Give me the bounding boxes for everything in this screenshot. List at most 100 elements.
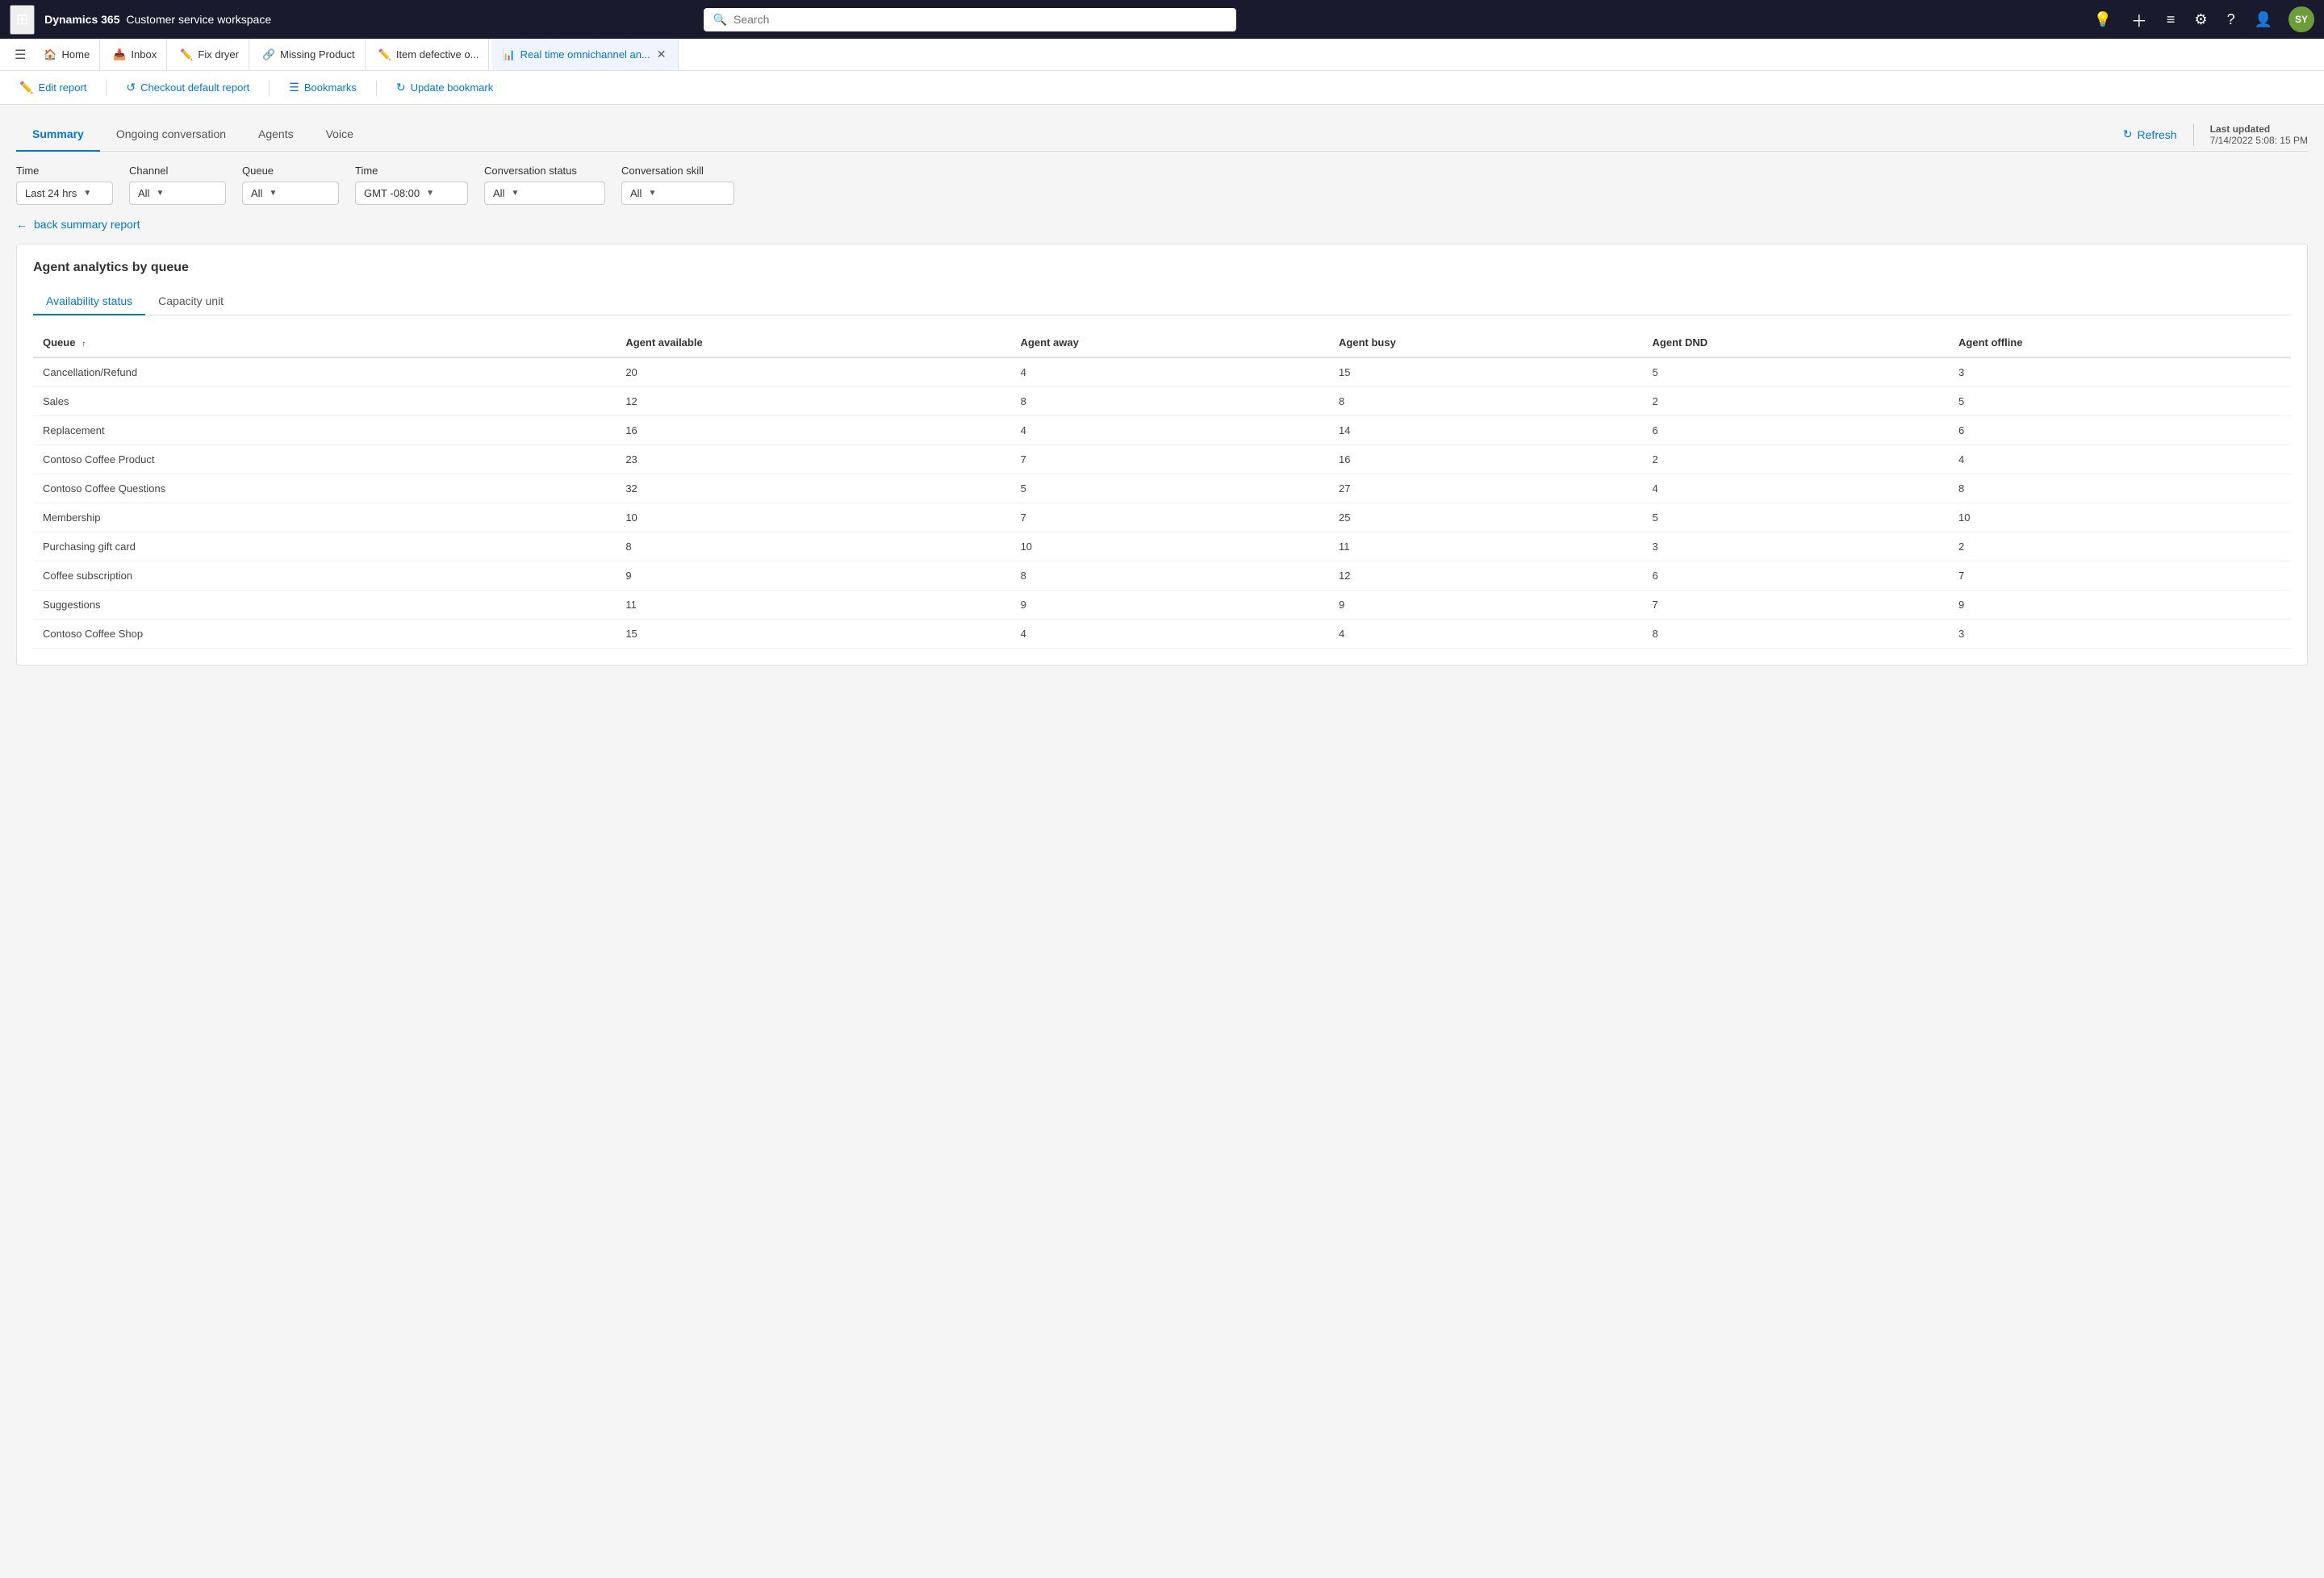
tab-missing-product[interactable]: 🔗 Missing Product (253, 39, 366, 70)
add-icon-button[interactable]: ＋ (2128, 5, 2151, 35)
table-row: Replacement 16 4 14 6 6 (33, 416, 2291, 445)
tab-home-label: Home (62, 48, 90, 61)
menu-icon-button[interactable]: ≡ (2163, 8, 2179, 31)
toolbar: ✏️ Edit report ↺ Checkout default report… (0, 71, 2324, 105)
filter-conv-skill-select[interactable]: All ▼ (621, 182, 734, 205)
sub-tab-capacity[interactable]: Capacity unit (145, 288, 236, 315)
agent-analytics-card: Agent analytics by queue Availability st… (16, 244, 2308, 666)
sub-tab-capacity-label: Capacity unit (158, 294, 224, 307)
col-available: Agent available (616, 328, 1010, 357)
table-row: Coffee subscription 9 8 12 6 7 (33, 561, 2291, 591)
cell-busy-8: 9 (1329, 591, 1643, 620)
tab-real-time-close-button[interactable]: ✕ (655, 48, 668, 61)
filters-row: Time Last 24 hrs ▼ Channel All ▼ Queue A… (16, 165, 2308, 205)
cell-offline-7: 7 (1949, 561, 2291, 591)
cell-queue-8: Suggestions (33, 591, 616, 620)
cell-dnd-7: 6 (1643, 561, 1950, 591)
filter-queue: Queue All ▼ (242, 165, 339, 205)
app-name: Dynamics 365 (44, 13, 119, 26)
edit-icon-defective: ✏️ (378, 48, 391, 61)
bookmarks-button[interactable]: ☰ Bookmarks (282, 77, 363, 98)
table-row: Purchasing gift card 8 10 11 3 2 (33, 532, 2291, 561)
cell-away-1: 8 (1011, 387, 1329, 416)
tab-agents[interactable]: Agents (242, 118, 310, 152)
cell-dnd-8: 7 (1643, 591, 1950, 620)
report-tabs-row: Summary Ongoing conversation Agents Voic… (16, 118, 2308, 152)
refresh-button[interactable]: ↻ Refresh (2123, 127, 2177, 141)
cell-offline-1: 5 (1949, 387, 2291, 416)
filter-time2-value: GMT -08:00 (364, 187, 420, 199)
col-queue-label: Queue (43, 336, 75, 349)
cell-queue-4: Contoso Coffee Questions (33, 474, 616, 503)
col-offline-label: Agent offline (1958, 336, 2022, 349)
help-icon-button[interactable]: ? (2224, 8, 2238, 31)
cell-available-2: 16 (616, 416, 1010, 445)
tab-voice[interactable]: Voice (310, 118, 370, 152)
tab-ongoing-conversation[interactable]: Ongoing conversation (100, 118, 242, 152)
col-dnd: Agent DND (1643, 328, 1950, 357)
checkout-default-button[interactable]: ↺ Checkout default report (119, 77, 256, 98)
tab-real-time[interactable]: 📊 Real time omnichannel an... ✕ (492, 39, 678, 70)
filter-conv-skill-value: All (630, 187, 642, 199)
tab-fix-dryer-label: Fix dryer (198, 48, 239, 61)
filter-conv-skill-chevron: ▼ (648, 189, 656, 198)
cell-offline-6: 2 (1949, 532, 2291, 561)
toolbar-sep-1 (106, 80, 107, 96)
tab-fix-dryer[interactable]: ✏️ Fix dryer (170, 39, 249, 70)
cell-dnd-1: 2 (1643, 387, 1950, 416)
filter-time1-chevron: ▼ (83, 189, 91, 198)
update-bookmark-button[interactable]: ↻ Update bookmark (390, 77, 499, 98)
refresh-area: ↻ Refresh Last updated 7/14/2022 5:08: 1… (2123, 123, 2308, 146)
waffle-menu-button[interactable]: ⊞ (10, 5, 35, 35)
cell-busy-2: 14 (1329, 416, 1643, 445)
cell-available-0: 20 (616, 357, 1010, 387)
sort-icon-queue[interactable]: ↑ (82, 340, 86, 349)
filter-time2-select[interactable]: GMT -08:00 ▼ (355, 182, 468, 205)
tab-missing-product-label: Missing Product (280, 48, 354, 61)
settings-icon-button[interactable]: ⚙ (2191, 8, 2210, 31)
table-head: Queue ↑ Agent available Agent away Agent… (33, 328, 2291, 357)
tab-summary[interactable]: Summary (16, 118, 100, 152)
filter-time2: Time GMT -08:00 ▼ (355, 165, 468, 205)
edit-report-button[interactable]: ✏️ Edit report (13, 77, 93, 98)
filter-queue-select[interactable]: All ▼ (242, 182, 339, 205)
search-input[interactable] (734, 13, 1227, 26)
report-tabs: Summary Ongoing conversation Agents Voic… (16, 118, 2123, 151)
tab-item-defective-label: Item defective o... (396, 48, 479, 61)
top-nav-actions: 💡 ＋ ≡ ⚙ ? 👤 SY (2090, 5, 2314, 35)
avatar[interactable]: SY (2288, 6, 2314, 32)
app-brand: Dynamics 365 Customer service workspace (44, 13, 271, 26)
search-box[interactable]: 🔍 (704, 8, 1236, 31)
lightbulb-icon-button[interactable]: 💡 (2090, 8, 2114, 31)
cell-available-4: 32 (616, 474, 1010, 503)
filter-time2-chevron: ▼ (426, 189, 434, 198)
cell-queue-6: Purchasing gift card (33, 532, 616, 561)
cell-busy-9: 4 (1329, 620, 1643, 649)
table-row: Cancellation/Refund 20 4 15 5 3 (33, 357, 2291, 387)
filter-channel-select[interactable]: All ▼ (129, 182, 226, 205)
tab-home[interactable]: 🏠 Home (34, 39, 100, 70)
person-icon-button[interactable]: 👤 (2251, 8, 2276, 31)
cell-dnd-4: 4 (1643, 474, 1950, 503)
cell-available-1: 12 (616, 387, 1010, 416)
cell-offline-5: 10 (1949, 503, 2291, 532)
bookmarks-icon: ☰ (289, 81, 299, 94)
refresh-label: Refresh (2138, 128, 2177, 141)
cell-available-8: 11 (616, 591, 1010, 620)
filter-conv-status: Conversation status All ▼ (484, 165, 605, 205)
update-bookmark-label: Update bookmark (411, 81, 494, 94)
tab-inbox[interactable]: 📥 Inbox (103, 39, 167, 70)
refresh-icon: ↻ (2123, 127, 2133, 141)
tab-bar-menu-button[interactable]: ☰ (10, 44, 31, 66)
tab-item-defective[interactable]: ✏️ Item defective o... (369, 39, 490, 70)
back-link-label: back summary report (34, 218, 140, 231)
cell-busy-4: 27 (1329, 474, 1643, 503)
sub-tab-availability[interactable]: Availability status (33, 288, 145, 315)
back-link[interactable]: ← back summary report (16, 218, 2308, 231)
col-available-label: Agent available (625, 336, 702, 349)
tab-ongoing-label: Ongoing conversation (116, 127, 226, 140)
cell-busy-6: 11 (1329, 532, 1643, 561)
edit-report-icon: ✏️ (19, 81, 33, 94)
filter-time1-select[interactable]: Last 24 hrs ▼ (16, 182, 113, 205)
filter-conv-status-select[interactable]: All ▼ (484, 182, 605, 205)
